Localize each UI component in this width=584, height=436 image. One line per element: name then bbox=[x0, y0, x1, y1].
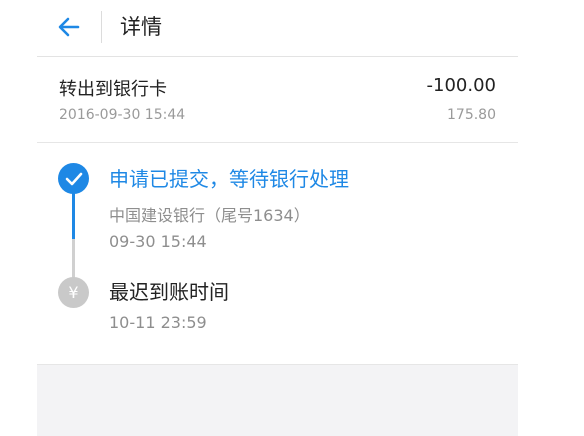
progress-timeline: 申请已提交，等待银行处理 中国建设银行（尾号1634） 09-30 15:44 … bbox=[37, 143, 518, 365]
check-icon bbox=[58, 163, 89, 194]
page: 详情 转出到银行卡 -100.00 2016-09-30 15:44 175.8… bbox=[0, 0, 584, 436]
yuan-glyph: ¥ bbox=[68, 283, 79, 302]
yuan-icon: ¥ bbox=[58, 277, 89, 308]
transaction-amount: -100.00 bbox=[426, 75, 496, 96]
header-bar: 详情 bbox=[37, 0, 518, 57]
transaction-summary: 转出到银行卡 -100.00 2016-09-30 15:44 175.80 bbox=[37, 57, 518, 143]
transaction-title: 转出到银行卡 bbox=[59, 79, 167, 100]
arrow-left-icon bbox=[58, 17, 80, 37]
step-submitted-time: 09-30 15:44 bbox=[109, 232, 207, 251]
timeline-line-completed bbox=[72, 193, 75, 239]
detail-panel: 详情 转出到银行卡 -100.00 2016-09-30 15:44 175.8… bbox=[37, 0, 518, 436]
back-button[interactable] bbox=[55, 13, 83, 41]
header-divider bbox=[101, 11, 102, 43]
page-title: 详情 bbox=[120, 15, 162, 39]
step-deadline-time: 10-11 23:59 bbox=[109, 313, 207, 332]
step-submitted-bank: 中国建设银行（尾号1634） bbox=[109, 206, 310, 225]
step-submitted-title: 申请已提交，等待银行处理 bbox=[109, 167, 349, 191]
balance-value: 175.80 bbox=[447, 107, 496, 123]
step-deadline-title: 最迟到账时间 bbox=[109, 280, 229, 304]
footer-area bbox=[37, 365, 518, 436]
transaction-date: 2016-09-30 15:44 bbox=[59, 107, 186, 123]
timeline-line-pending bbox=[72, 239, 75, 279]
